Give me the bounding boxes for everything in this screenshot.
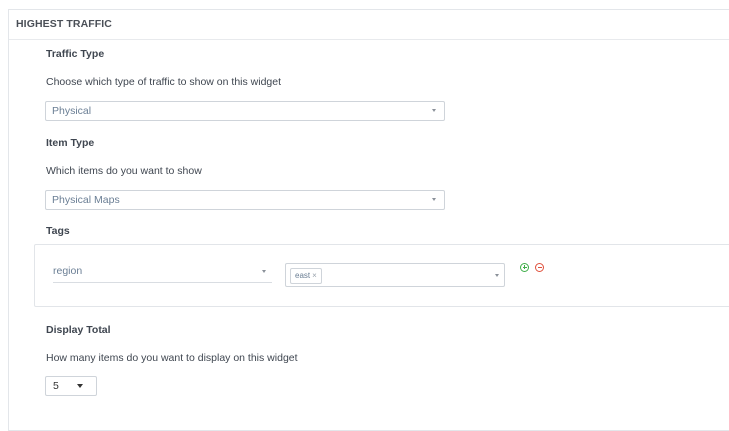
tags-label: Tags xyxy=(46,225,70,237)
minus-circle-icon[interactable] xyxy=(535,263,544,272)
traffic-type-description: Choose which type of traffic to show on … xyxy=(46,76,282,88)
item-type-description: Which items do you want to show xyxy=(46,165,202,177)
plus-circle-icon[interactable] xyxy=(520,263,529,272)
item-type-selected-value: Physical Maps xyxy=(52,194,120,206)
chevron-down-icon xyxy=(77,384,83,388)
tag-key-value: region xyxy=(53,265,83,277)
tag-values-select[interactable]: east × xyxy=(285,263,505,287)
tag-value-chip: east × xyxy=(290,268,322,284)
display-total-selected-value: 5 xyxy=(53,380,59,392)
tag-value-label: east xyxy=(295,271,311,280)
item-type-select[interactable]: Physical Maps xyxy=(45,190,445,210)
chevron-down-icon xyxy=(432,198,436,201)
display-total-label: Display Total xyxy=(46,324,111,336)
traffic-type-label: Traffic Type xyxy=(46,48,105,60)
panel-title: HIGHEST TRAFFIC xyxy=(9,10,729,40)
chevron-down-icon xyxy=(262,270,266,273)
display-total-select[interactable]: 5 xyxy=(45,376,97,396)
traffic-type-selected-value: Physical xyxy=(52,105,92,117)
chevron-down-icon xyxy=(432,109,436,112)
traffic-type-select[interactable]: Physical xyxy=(45,101,445,121)
display-total-description: How many items do you want to display on… xyxy=(46,352,298,364)
highest-traffic-panel: HIGHEST TRAFFIC xyxy=(8,9,729,431)
tag-key-select[interactable]: region xyxy=(53,262,272,283)
chip-remove-icon[interactable]: × xyxy=(312,271,317,280)
item-type-label: Item Type xyxy=(46,137,95,149)
chevron-down-icon xyxy=(495,274,499,277)
